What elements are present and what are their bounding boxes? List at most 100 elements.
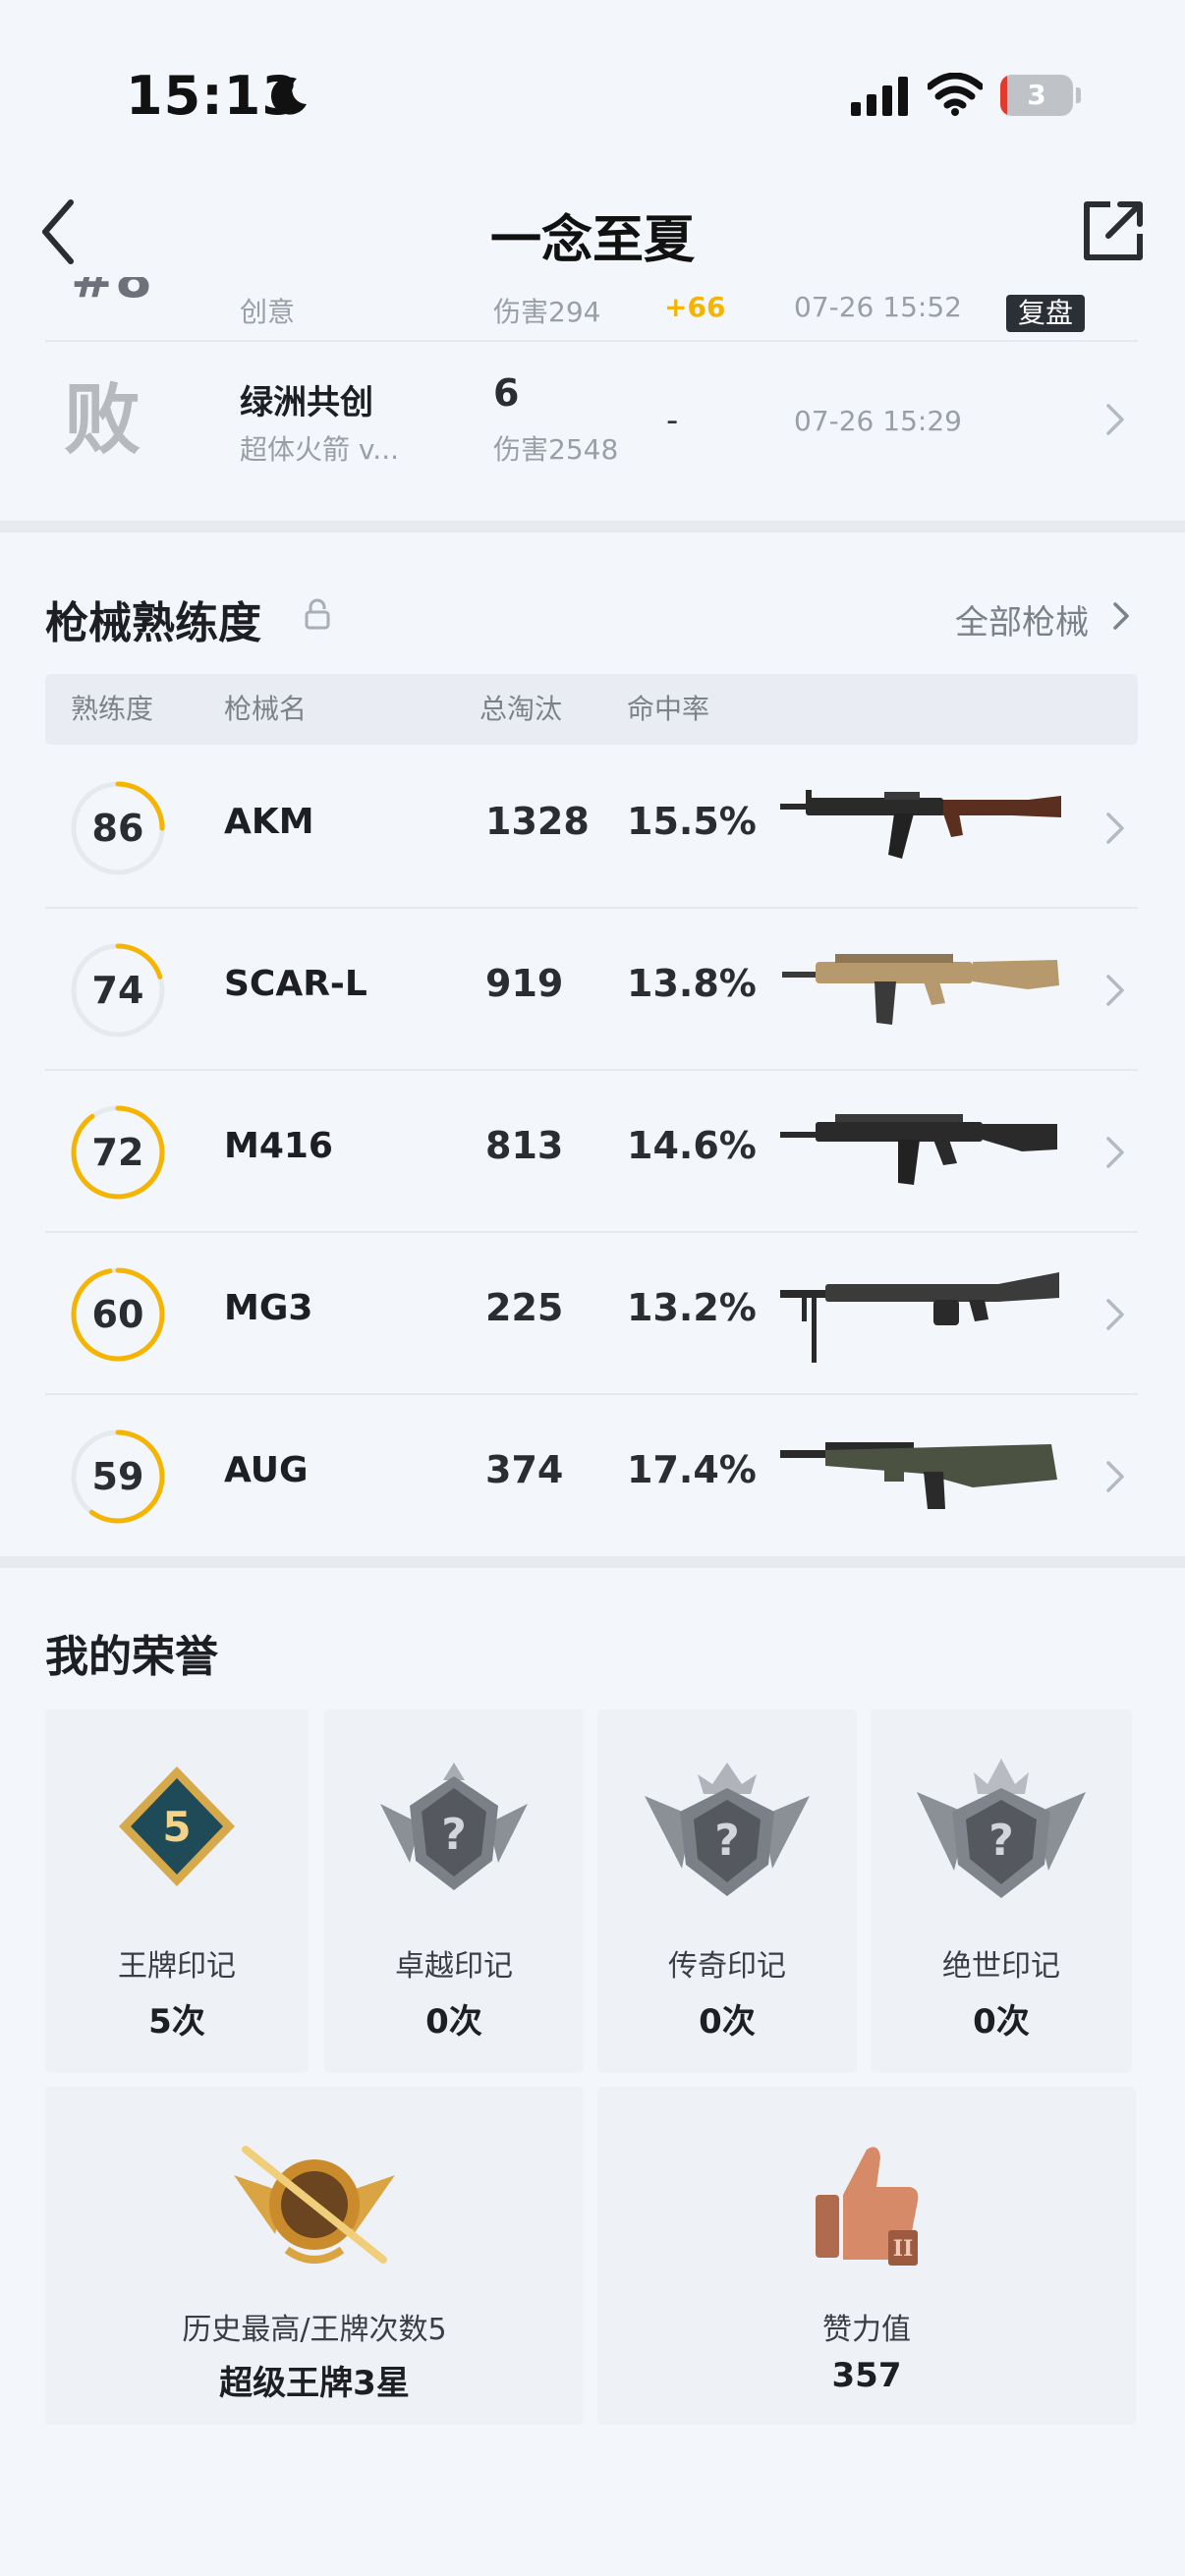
likes-card[interactable]: II 赞力值 357 [597, 2087, 1136, 2425]
match-damage: 伤害294 [493, 296, 601, 328]
honors-title: 我的荣誉 [45, 1632, 218, 1682]
akm-rifle-image [780, 790, 1061, 859]
cellular-signal-icon [851, 77, 908, 116]
likes-value: 357 [831, 2356, 902, 2395]
ace-rank-emblem-icon [234, 2146, 395, 2264]
mark-label: 绝世印记 [942, 1949, 1060, 1984]
weapon-name: MG3 [224, 1288, 313, 1328]
match-row[interactable]: 败 绿洲共创 超体火箭 v... 6 伤害2548 - 07-26 15:29 [45, 356, 1138, 503]
mark-count: 0次 [699, 2002, 756, 2042]
battery-percent: 3 [1027, 79, 1046, 111]
likes-label: 赞力值 [822, 2313, 911, 2347]
excellence-mark-card[interactable]: ? 卓越印记 0次 [324, 1709, 584, 2073]
mark-label: 卓越印记 [395, 1949, 513, 1984]
weapon-accuracy: 13.2% [627, 1286, 757, 1329]
status-bar: 15:13 3 [0, 0, 1185, 187]
weapon-row[interactable]: 86 AKM 1328 15.5% [45, 747, 1138, 909]
share-icon[interactable] [1081, 198, 1146, 263]
match-result-badge: 败 [63, 376, 141, 465]
peerless-mark-icon: ? [917, 1759, 1086, 1898]
header-kills: 总淘汰 [480, 693, 563, 725]
chevron-right-icon[interactable] [1112, 601, 1130, 631]
mg3-machine-gun-image [780, 1272, 1059, 1363]
match-subtitle: 创意 [240, 296, 296, 328]
match-subtitle: 超体火箭 v... [240, 433, 399, 466]
weapon-accuracy: 13.8% [627, 962, 757, 1005]
match-mode-icon: #8 [71, 277, 152, 309]
weapon-name: AKM [224, 802, 314, 842]
weapon-kills: 919 [485, 962, 564, 1005]
chevron-right-icon [1106, 1137, 1124, 1168]
svg-text:?: ? [714, 1816, 740, 1866]
m416-rifle-image [780, 1114, 1057, 1185]
peerless-mark-card[interactable]: ? 绝世印记 0次 [871, 1709, 1132, 2073]
svg-text:II: II [893, 2236, 914, 2262]
match-rank: 6 [493, 371, 520, 415]
chevron-right-icon [1106, 812, 1124, 844]
ace-mark-card[interactable]: 5 王牌印记 5次 [45, 1709, 309, 2073]
aug-rifle-image [780, 1442, 1057, 1509]
section-divider [0, 521, 1185, 532]
weapon-row[interactable]: 60 MG3 225 13.2% [45, 1233, 1138, 1395]
thumbs-up-icon: II [816, 2147, 919, 2266]
weapon-accuracy: 14.6% [627, 1124, 757, 1167]
mastery-value: 86 [91, 807, 144, 850]
match-history-list: #8 创意 伤害294 +66 07-26 15:52 复盘 败 绿洲共创 超体… [0, 277, 1185, 523]
mark-count: 0次 [425, 2002, 482, 2042]
excellence-mark-icon: ? [380, 1763, 528, 1890]
mastery-value: 60 [91, 1293, 144, 1336]
weapon-name: SCAR-L [224, 964, 367, 1004]
ace-mark-badge-number: 5 [162, 1803, 191, 1851]
match-time: 07-26 15:52 [794, 291, 962, 323]
chevron-right-icon [1106, 975, 1124, 1006]
svg-text:?: ? [441, 1810, 467, 1860]
weapon-row[interactable]: 72 M416 813 14.6% [45, 1071, 1138, 1233]
wifi-icon [928, 73, 983, 116]
match-mode: 绿洲共创 [240, 383, 373, 422]
match-rating-delta: +66 [664, 291, 726, 323]
header-mastery: 熟练度 [71, 693, 154, 725]
legend-mark-icon: ? [645, 1763, 810, 1896]
mark-count: 5次 [148, 2002, 205, 2042]
weapon-mastery-title: 枪械熟练度 [45, 598, 261, 648]
scar-l-rifle-image [782, 954, 1059, 1025]
weapon-kills: 374 [485, 1448, 564, 1491]
svg-text:?: ? [988, 1816, 1014, 1866]
chevron-right-icon [1106, 404, 1124, 435]
match-time: 07-26 15:29 [794, 405, 962, 437]
chevron-right-icon [1106, 1299, 1124, 1330]
lock-icon[interactable] [303, 597, 332, 631]
mark-label: 王牌印记 [118, 1949, 236, 1984]
weapon-name: M416 [224, 1126, 333, 1166]
replay-tag[interactable]: 复盘 [1006, 295, 1085, 332]
header-accuracy: 命中率 [627, 693, 710, 725]
weapon-row[interactable]: 59 AUG 374 17.4% [45, 1395, 1138, 1557]
mastery-value: 72 [91, 1131, 144, 1174]
legend-mark-card[interactable]: ? 传奇印记 0次 [597, 1709, 857, 2073]
page-title: 一念至夏 [489, 211, 695, 270]
match-rating-delta: - [666, 401, 679, 440]
weapon-accuracy: 15.5% [627, 800, 757, 843]
chevron-right-icon [1106, 1461, 1124, 1492]
moon-icon [270, 77, 307, 115]
weapon-accuracy: 17.4% [627, 1448, 757, 1491]
match-damage: 伤害2548 [493, 433, 619, 466]
header-weapon-name: 枪械名 [224, 693, 308, 725]
battery-indicator: 3 [1000, 75, 1081, 116]
best-rank-card[interactable]: 历史最高/王牌次数5 超级王牌3星 [45, 2087, 584, 2425]
ace-mark-icon: 5 [119, 1766, 235, 1886]
section-divider [0, 1556, 1185, 1568]
weapon-name: AUG [224, 1450, 309, 1490]
weapon-row[interactable]: 74 SCAR-L 919 13.8% [45, 909, 1138, 1071]
weapon-kills: 1328 [485, 800, 590, 843]
mark-label: 传奇印记 [668, 1949, 786, 1984]
best-rank-label: 历史最高/王牌次数5 [182, 2313, 447, 2347]
mark-count: 0次 [973, 2002, 1030, 2042]
mastery-value: 74 [91, 969, 144, 1012]
match-row[interactable]: #8 创意 伤害294 +66 07-26 15:52 复盘 [45, 277, 1138, 342]
weapon-kills: 813 [485, 1124, 564, 1167]
weapon-table-header: 熟练度 枪械名 总淘汰 命中率 [45, 674, 1138, 745]
mastery-value: 59 [91, 1455, 144, 1498]
weapon-kills: 225 [485, 1286, 564, 1329]
all-weapons-link[interactable]: 全部枪械 [955, 595, 1089, 644]
